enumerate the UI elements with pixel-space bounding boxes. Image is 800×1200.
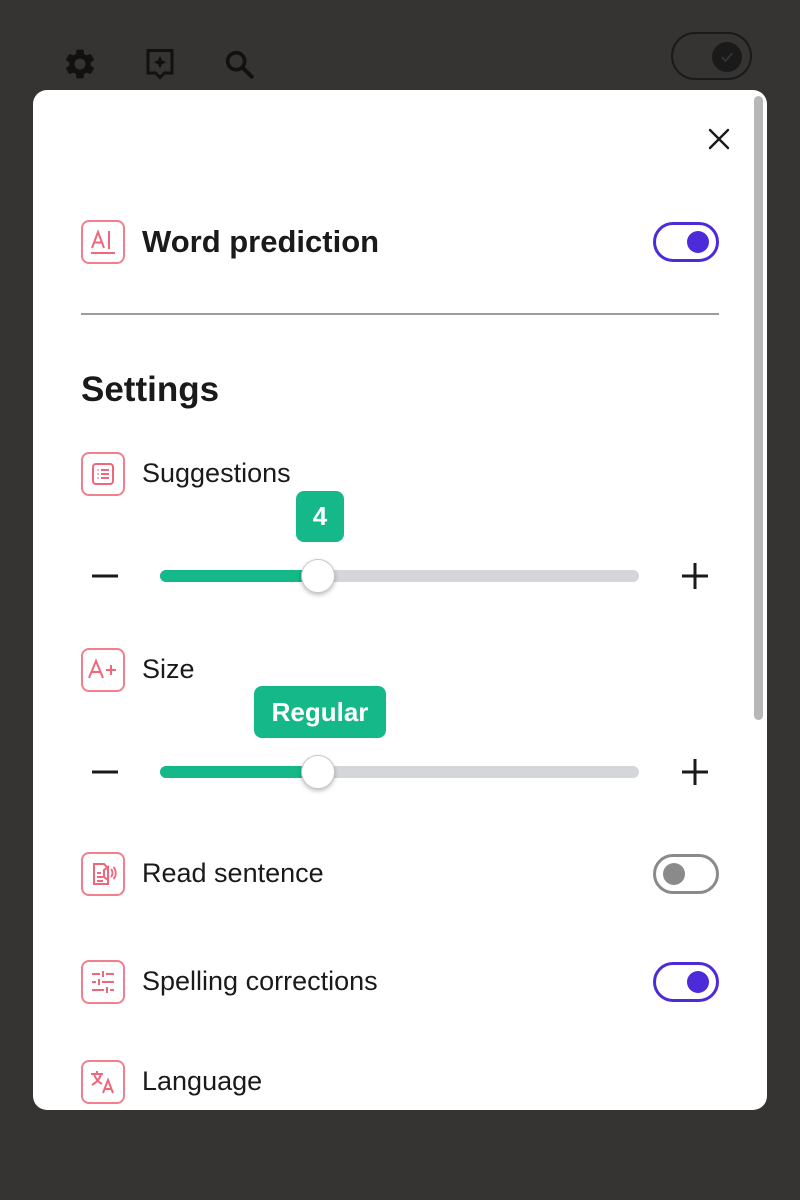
size-value-badge: Regular	[254, 686, 386, 738]
language-label[interactable]: Language	[142, 1066, 262, 1097]
read-sentence-toggle[interactable]	[653, 854, 719, 894]
size-label: Size	[142, 654, 195, 684]
search-icon[interactable]	[219, 44, 259, 84]
divider	[81, 313, 719, 315]
ai-sparkle-icon[interactable]	[140, 44, 180, 84]
gear-icon[interactable]	[60, 44, 100, 84]
settings-heading: Settings	[81, 370, 220, 409]
spelling-corrections-toggle[interactable]	[653, 962, 719, 1002]
suggestions-label: Suggestions	[142, 458, 291, 488]
scrollbar[interactable]	[754, 96, 763, 720]
suggestions-slider-fill	[160, 570, 319, 582]
check-icon	[712, 42, 742, 72]
translate-icon	[81, 1060, 125, 1104]
size-slider-fill	[160, 766, 319, 778]
close-button[interactable]	[702, 122, 736, 156]
word-prediction-label: Word prediction	[142, 224, 380, 259]
plus-icon	[682, 563, 708, 589]
suggestions-value-badge: 4	[296, 491, 344, 542]
suggestions-increase-button[interactable]	[675, 556, 715, 596]
spelling-corrections-label: Spelling corrections	[142, 966, 378, 996]
suggestions-slider-thumb[interactable]	[301, 559, 336, 593]
size-slider-thumb[interactable]	[301, 755, 336, 789]
plus-icon	[682, 759, 708, 785]
minus-icon	[92, 770, 118, 774]
dark-mode-toggle[interactable]	[671, 32, 752, 80]
text-cursor-icon	[81, 220, 125, 264]
list-icon	[81, 452, 125, 496]
suggestions-slider-track[interactable]	[160, 570, 639, 582]
size-increase-button[interactable]	[675, 752, 715, 792]
read-sentence-label: Read sentence	[142, 858, 324, 888]
minus-icon	[92, 574, 118, 578]
suggestions-decrease-button[interactable]	[85, 556, 125, 596]
text-size-plus-icon	[81, 648, 125, 692]
read-aloud-icon	[81, 852, 125, 896]
word-prediction-panel: Word prediction Settings Suggestions 4 S…	[33, 90, 767, 1110]
size-slider-track[interactable]	[160, 766, 639, 778]
size-decrease-button[interactable]	[85, 752, 125, 792]
close-icon	[708, 128, 730, 150]
word-prediction-toggle[interactable]	[653, 222, 719, 262]
sliders-icon	[81, 960, 125, 1004]
